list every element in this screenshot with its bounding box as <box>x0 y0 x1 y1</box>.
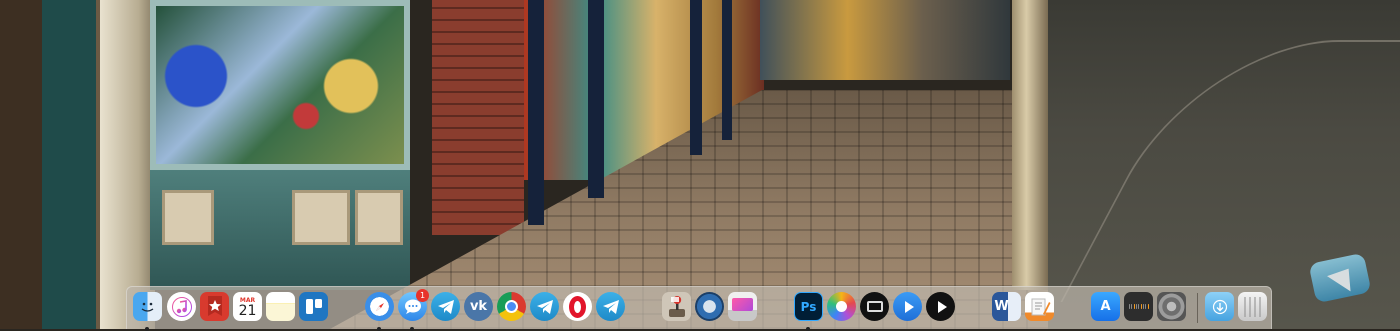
dock-item-telegram-3[interactable] <box>596 292 625 321</box>
dock-item-chrome[interactable] <box>497 292 526 321</box>
running-indicator <box>377 327 381 331</box>
dock-item-trello[interactable] <box>299 292 328 321</box>
wallpaper-background-shops <box>760 0 1010 80</box>
app-store-glyph: A <box>1100 299 1111 314</box>
dock-item-notes[interactable] <box>266 292 295 321</box>
compass-icon <box>365 292 394 321</box>
calculator-icon <box>1124 292 1153 321</box>
camera-body <box>866 301 883 312</box>
wallpaper-pillar <box>588 0 604 198</box>
running-indicator <box>806 327 810 331</box>
calendar-day: 21 <box>238 302 257 319</box>
wallpaper-shop-window <box>150 0 410 170</box>
trello-icon <box>299 292 328 321</box>
music-note-icon <box>167 292 196 321</box>
dock-item-opera[interactable] <box>563 292 592 321</box>
running-indicator <box>410 327 414 331</box>
calendar-icon: MAR 21 <box>233 292 262 321</box>
wallpaper-pillar <box>528 0 544 225</box>
word-glyph: W <box>994 299 1009 314</box>
dock-item-messages[interactable]: 1 <box>398 289 429 331</box>
wallpaper-brick-wall <box>432 0 524 235</box>
dock-item-downloads[interactable] <box>1205 292 1234 321</box>
opera-ring <box>569 295 586 318</box>
dock: MAR 21 1 vk Ps W A <box>126 286 1272 331</box>
photoshop-icon: Ps <box>794 292 823 321</box>
dock-item-word[interactable]: W <box>992 292 1021 321</box>
monitor-icon <box>728 292 757 321</box>
dock-item-pages[interactable] <box>1025 292 1054 321</box>
dock-item-safari[interactable] <box>365 292 394 331</box>
dock-item-wunderlist[interactable] <box>200 292 229 321</box>
dock-item-music[interactable] <box>167 292 196 321</box>
dock-item-calculator[interactable] <box>1124 292 1153 321</box>
paper-plane-icon <box>530 292 559 321</box>
vk-glyph: vk <box>469 299 488 314</box>
dock-item-photoshop[interactable]: Ps <box>794 292 823 331</box>
downloads-folder-icon <box>1205 292 1234 321</box>
trash-lines <box>1244 296 1261 317</box>
star-ribbon-icon <box>200 292 229 321</box>
document-pen-icon <box>1025 292 1054 321</box>
dock-item-app-store[interactable]: A <box>1091 292 1120 321</box>
chrome-icon <box>497 292 526 321</box>
camera-icon <box>860 292 889 321</box>
gear-icon <box>1157 292 1186 321</box>
wallpaper-door-frame <box>100 0 155 329</box>
play-icon <box>893 292 922 321</box>
dock-item-screenshot[interactable] <box>860 292 889 321</box>
opera-icon <box>563 292 592 321</box>
trash-icon <box>1238 292 1267 321</box>
app-store-icon: A <box>1091 292 1120 321</box>
dock-item-cleanmymac[interactable] <box>728 292 757 321</box>
dock-item-system-preferences[interactable] <box>1157 292 1186 321</box>
dock-item-telegram[interactable] <box>431 292 460 321</box>
dock-item-karabiner[interactable] <box>662 292 691 321</box>
wallpaper-pillar <box>690 0 702 155</box>
wallpaper-panel-inset <box>162 190 214 245</box>
dock-item-disk-utility[interactable] <box>695 292 724 321</box>
monitor-screen <box>732 298 753 311</box>
dock-item-media-player[interactable] <box>893 292 922 321</box>
running-indicator <box>145 327 149 331</box>
dock-item-finder[interactable] <box>133 292 162 331</box>
paper-plane-icon <box>596 292 625 321</box>
wallpaper-left-wall <box>0 0 100 329</box>
notes-icon <box>266 292 295 321</box>
wallpaper-pillar <box>722 0 732 140</box>
dock-item-photos[interactable] <box>827 292 856 321</box>
dock-item-vk[interactable]: vk <box>464 292 493 321</box>
wallpaper-lamp-pole <box>1012 0 1048 290</box>
play-triangle <box>937 300 947 313</box>
dock-item-quicktime[interactable] <box>926 292 955 321</box>
play-triangle <box>904 300 914 313</box>
dock-divider <box>1197 293 1198 323</box>
photoshop-glyph: Ps <box>800 299 817 314</box>
finder-icon <box>133 292 162 321</box>
wallpaper-panel-inset <box>355 190 403 245</box>
wallpaper-panel-inset <box>292 190 350 245</box>
vk-logo-icon: vk <box>464 292 493 321</box>
dock-item-calendar[interactable]: MAR 21 <box>233 292 262 321</box>
notification-badge: 1 <box>416 289 429 302</box>
desktop-wallpaper <box>0 0 1400 329</box>
dock-item-trash[interactable] <box>1238 292 1267 321</box>
word-icon: W <box>992 292 1021 321</box>
joystick-icon <box>662 292 691 321</box>
paper-plane-icon <box>431 292 460 321</box>
disk-icon <box>695 292 724 321</box>
photos-flower-icon <box>827 292 856 321</box>
dock-item-telegram-2[interactable] <box>530 292 559 321</box>
play-circle-icon <box>926 292 955 321</box>
